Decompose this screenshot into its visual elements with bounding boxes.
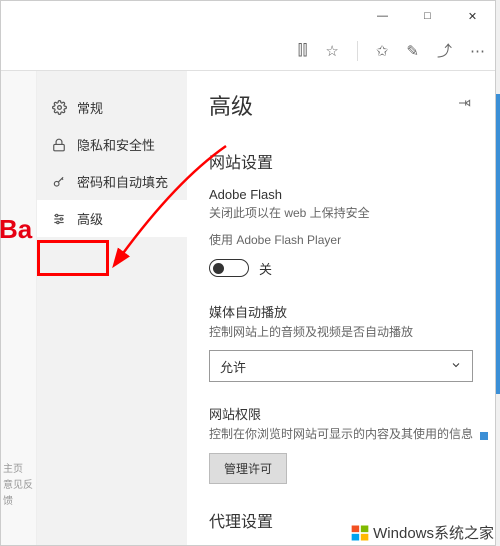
footer-home[interactable]: 主页: [3, 462, 36, 478]
key-icon: [51, 174, 67, 190]
maximize-button[interactable]: □: [405, 1, 450, 31]
sliders-icon: [51, 211, 67, 227]
background-dot: [480, 432, 488, 440]
sidebar-item-label: 高级: [77, 209, 103, 228]
autoplay-label: 媒体自动播放: [209, 302, 473, 321]
divider: [357, 41, 358, 61]
flash-toggle[interactable]: [209, 259, 249, 277]
sidebar-item-privacy[interactable]: 隐私和安全性: [37, 126, 187, 163]
flash-toggle-row: 关: [209, 259, 473, 278]
page-footer-links: 主页 意见反馈: [3, 462, 36, 510]
baidu-logo: Ba: [0, 214, 32, 245]
close-button[interactable]: ✕: [450, 1, 495, 31]
watermark: Windows系统之家: [350, 522, 494, 543]
reading-list-icon[interactable]: ⫿⫿: [298, 42, 308, 59]
page-strip: Ba 主页 意见反馈: [1, 71, 37, 545]
favorite-star-icon[interactable]: ☆: [325, 42, 338, 60]
permissions-label: 网站权限: [209, 404, 473, 423]
notes-icon[interactable]: ✎: [406, 42, 419, 60]
toggle-knob: [213, 263, 224, 274]
autoplay-desc: 控制网站上的音频及视频是否自动播放: [209, 324, 473, 341]
watermark-text: Windows系统之家: [373, 522, 494, 543]
settings-sidebar: 常规 隐私和安全性 密码和自动填充 高级: [37, 71, 187, 545]
pin-icon[interactable]: [457, 95, 473, 116]
footer-feedback[interactable]: 意见反馈: [3, 478, 36, 510]
page-title: 高级: [209, 89, 253, 121]
flash-toggle-text: 使用 Adobe Flash Player: [209, 232, 473, 249]
browser-toolbar: ⫿⫿ ☆ ✩ ✎ ⤴ ⋯: [1, 31, 495, 71]
select-value: 允许: [220, 357, 246, 376]
autoplay-select[interactable]: 允许: [209, 350, 473, 382]
sidebar-item-advanced[interactable]: 高级: [37, 200, 187, 237]
windows-logo-icon: [350, 523, 370, 543]
add-favorite-icon[interactable]: ✩: [376, 42, 389, 60]
flash-label: Adobe Flash: [209, 187, 473, 202]
titlebar: — □ ✕: [1, 1, 495, 31]
flash-state: 关: [259, 259, 272, 278]
minimize-button[interactable]: —: [360, 1, 405, 31]
chevron-down-icon: [450, 359, 462, 374]
content-area: Ba 主页 意见反馈 常规 隐私和安全性: [1, 71, 495, 545]
settings-main: 高级 网站设置 Adobe Flash 关闭此项以在 web 上保持安全 使用 …: [187, 71, 495, 545]
main-header: 高级: [209, 89, 473, 121]
share-icon[interactable]: ⤴: [437, 40, 452, 61]
permissions-desc: 控制在你浏览时网站可显示的内容及其使用的信息: [209, 426, 473, 443]
sidebar-item-general[interactable]: 常规: [37, 89, 187, 126]
manage-permissions-button[interactable]: 管理许可: [209, 453, 287, 484]
sidebar-item-label: 常规: [77, 98, 103, 117]
sidebar-item-passwords[interactable]: 密码和自动填充: [37, 163, 187, 200]
lock-icon: [51, 137, 67, 153]
section-website-settings: 网站设置: [209, 149, 473, 173]
app-window: — □ ✕ ⫿⫿ ☆ ✩ ✎ ⤴ ⋯ Ba 主页 意见反馈 常规: [0, 0, 496, 546]
sidebar-item-label: 隐私和安全性: [77, 135, 155, 154]
flash-desc: 关闭此项以在 web 上保持安全: [209, 205, 473, 222]
more-icon[interactable]: ⋯: [470, 42, 485, 60]
sidebar-item-label: 密码和自动填充: [77, 172, 168, 191]
gear-icon: [51, 100, 67, 116]
background-edge: [496, 94, 500, 394]
